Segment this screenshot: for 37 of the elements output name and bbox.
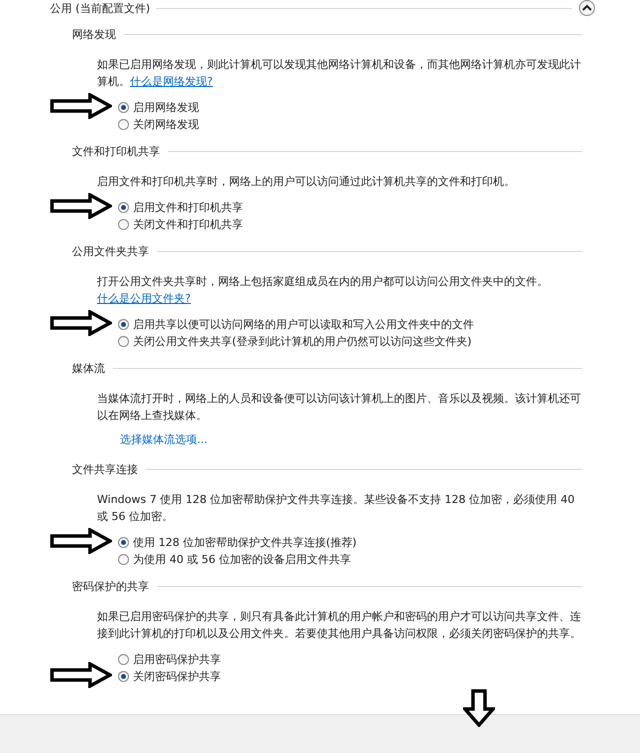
radio-button[interactable] [118, 554, 129, 565]
radio-option[interactable]: 启用密码保护共享 [118, 652, 221, 667]
section-title: 媒体流 [72, 360, 105, 376]
radio-button[interactable] [118, 119, 129, 130]
section-title: 公用文件夹共享 [72, 244, 149, 258]
help-link[interactable]: 什么是网络发现? [130, 75, 213, 88]
radio-button[interactable] [118, 654, 129, 665]
radio-option[interactable]: 关闭文件和打印机共享 [118, 217, 243, 232]
radio-option[interactable]: 启用网络发现 [118, 100, 199, 115]
radio-option[interactable]: 为使用 40 或 56 位加密的设备启用文件共享 [118, 552, 351, 567]
radio-option[interactable]: 关闭网络发现 [118, 117, 199, 132]
section-title: 文件和打印机共享 [72, 144, 160, 158]
group-title: 公用 (当前配置文件) [50, 0, 150, 16]
section-description: 当媒体流打开时，网络上的人员和设备便可以访问该计算机上的图片、音乐以及视频。该计算机还可以在网络上查找媒体。 [97, 391, 582, 424]
section-description: 如果已启用网络发现，则此计算机可以发现其他网络计算机和设备，而其他网络计算机亦可发现此计算机。什么是网络发现? [97, 57, 582, 90]
section-title: 密码保护的共享 [72, 578, 149, 594]
radio-button[interactable] [118, 219, 129, 230]
section-title: 文件共享连接 [72, 462, 138, 476]
radio-button[interactable] [118, 537, 129, 548]
radio-button[interactable] [118, 319, 129, 330]
radio-option[interactable]: 关闭公用文件夹共享(登录到此计算机的用户仍然可以访问这些文件夹) [118, 334, 472, 349]
radio-option[interactable]: 使用 128 位加密帮助保护文件共享连接(推荐) [118, 535, 357, 550]
section-description: 如果已启用密码保护的共享，则只有具备此计算机的用户帐户和密码的用户才可以访问共享文件、连接到此计算机的打印机以及公用文件夹。若要使其他用户具备访问权限，必须关闭密码保护的共享。 [97, 609, 582, 642]
section-description: 启用文件和打印机共享时，网络上的用户可以访问通过此计算机共享的文件和打印机。 [97, 174, 516, 190]
radio-option[interactable]: 启用共享以便可以访问网络的用户可以读取和写入公用文件夹中的文件 [118, 317, 474, 332]
radio-button[interactable] [118, 202, 129, 213]
radio-option[interactable]: 关闭密码保护共享 [118, 669, 221, 684]
media-options-link[interactable]: 选择媒体流选项... [120, 432, 208, 447]
section-description: 打开公用文件夹共享时，网络上包括家庭组成员在内的用户都可以访问公用文件夹中的文件。 什么是公用文件夹? [97, 274, 549, 307]
section-description: Windows 7 使用 128 位加密帮助保护文件共享连接。某些设备不支持 128 位加密，必须使用 40 或 56 位加密。 [97, 492, 576, 525]
radio-option[interactable]: 启用文件和打印机共享 [118, 200, 243, 215]
collapse-icon[interactable] [578, 0, 596, 16]
help-link[interactable]: 什么是公用文件夹? [97, 292, 191, 305]
radio-button[interactable] [118, 671, 129, 682]
section-title: 网络发现 [72, 26, 116, 42]
radio-button[interactable] [118, 102, 129, 113]
radio-button[interactable] [118, 336, 129, 347]
